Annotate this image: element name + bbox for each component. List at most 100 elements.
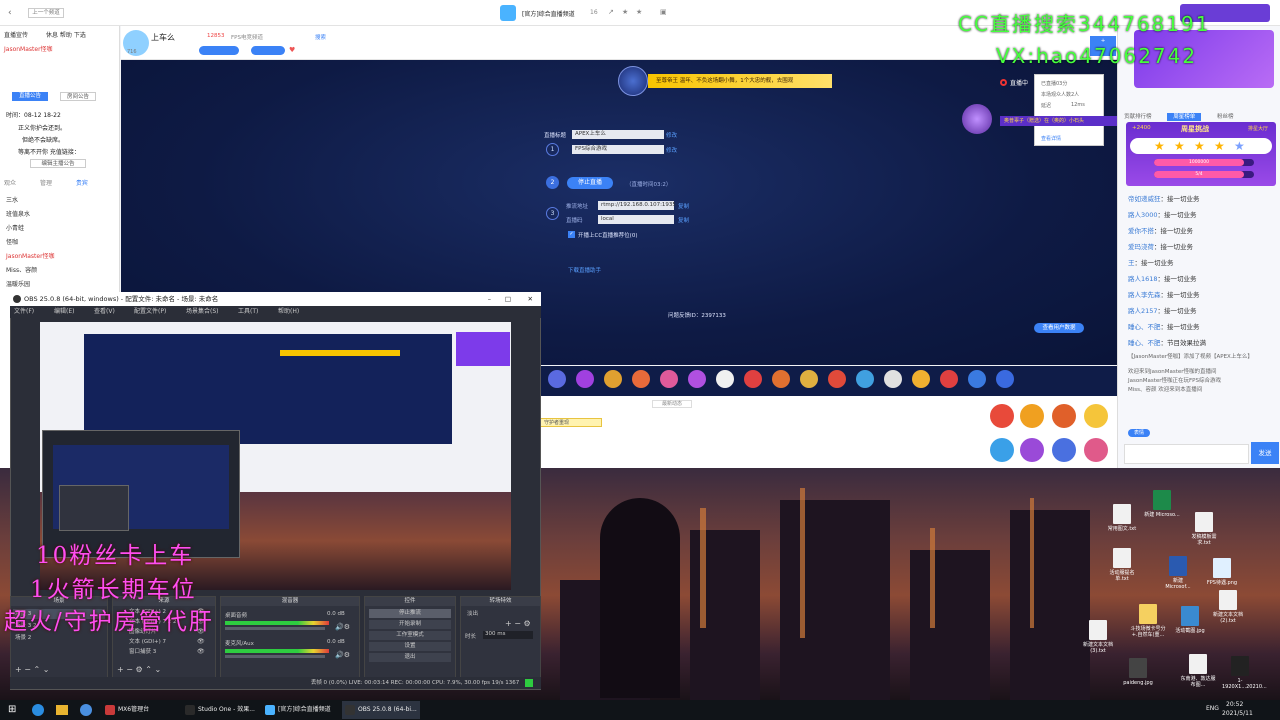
chat-user[interactable]: 路人李先森 [1128, 291, 1161, 299]
lang-indicator[interactable]: ENG [1206, 705, 1219, 712]
obs-control-button[interactable]: 设置 [369, 642, 451, 651]
desktop-file-icon[interactable]: 活动截图.jpg [1172, 606, 1208, 634]
list-item[interactable]: 小青蛙 [6, 222, 116, 236]
mixer-desktop-slider[interactable] [225, 627, 325, 630]
desktop-file-icon[interactable]: 新建文本文档 (2).txt [1210, 590, 1246, 624]
share-check-label[interactable]: 开播上CC直播推荐位(0) [578, 231, 637, 239]
desktop-file-icon[interactable]: 发稿模板需求.txt [1186, 512, 1222, 546]
obs-menu-item[interactable]: 查看(V) [94, 306, 115, 318]
desktop-file-icon[interactable]: paideng.jpg [1120, 658, 1156, 686]
activity-icon[interactable] [1052, 404, 1076, 428]
activity-icon[interactable] [990, 438, 1014, 462]
gift-icon[interactable] [632, 370, 650, 388]
star-icon[interactable]: ★ [622, 8, 628, 16]
gift-icon[interactable] [996, 370, 1014, 388]
browser-icon[interactable] [80, 704, 92, 716]
activity-icon[interactable] [1084, 438, 1108, 462]
tab-rest[interactable]: 休息 [46, 32, 58, 39]
desktop-file-icon[interactable]: 东南港、敦达服布图... [1180, 654, 1216, 688]
desktop-file-icon[interactable]: 斗技场微卡号分+.自然车(重... [1130, 604, 1166, 638]
tab-week-star[interactable]: 周星榜单 [1167, 113, 1202, 121]
tab-contribution[interactable]: 贡献排行榜 [1124, 114, 1152, 120]
key-copy-button[interactable]: 复制 [678, 216, 689, 224]
clock-date[interactable]: 2021/5/11 [1222, 710, 1253, 717]
edge-icon[interactable] [32, 704, 44, 716]
obs-menu-item[interactable]: 编辑(E) [54, 306, 74, 318]
list-item[interactable]: JasonMaster怪咖 [6, 250, 116, 264]
chat-user[interactable]: 睡心、不肥 [1128, 339, 1161, 347]
obs-menu-item[interactable]: 配置文件(P) [134, 306, 166, 318]
gift-icon[interactable] [576, 370, 594, 388]
gift-icon[interactable] [772, 370, 790, 388]
rtmp-input[interactable]: rtmp://192.168.0.107:1935 [598, 201, 676, 210]
mixer-desktop-mute-icon[interactable]: 🔊⚙ [335, 623, 350, 631]
tab-fans[interactable]: 粉丝榜 [1217, 114, 1234, 120]
source-item[interactable]: 窗口捕获 3 [129, 648, 156, 657]
desktop-file-icon[interactable]: 新建文本文档 (3).txt [1080, 620, 1116, 654]
send-button[interactable]: 发送 [1251, 442, 1279, 464]
maximize-icon[interactable]: □ [505, 292, 511, 306]
screen-icon[interactable]: ▣ [660, 8, 667, 16]
tab-vip[interactable]: 贵宾 [76, 180, 88, 187]
taskbar-app[interactable]: Studio One - 效果... [182, 701, 260, 719]
activity-icon[interactable] [1052, 438, 1076, 462]
windows-start-icon[interactable]: ⊞ [8, 704, 16, 716]
gift-icon[interactable] [968, 370, 986, 388]
tab-admin[interactable]: 管理 [40, 180, 52, 187]
chat-user[interactable]: 爱你不搭 [1128, 227, 1154, 235]
tab-select[interactable]: 下选 [74, 32, 86, 39]
close-icon[interactable]: ✕ [528, 292, 533, 306]
list-item[interactable]: 怪咖 [6, 236, 116, 250]
title-edit-button[interactable]: 修改 [666, 131, 677, 139]
activity-icon[interactable] [1020, 438, 1044, 462]
chat-input[interactable] [1124, 444, 1249, 464]
game-edit-button[interactable]: 修改 [666, 146, 677, 154]
eye-icon[interactable]: 👁 [197, 648, 205, 655]
desktop-file-icon[interactable]: FPS待遇.png [1204, 558, 1240, 586]
back-icon[interactable]: ‹ [8, 8, 12, 18]
desktop-file-icon[interactable]: 新建 Microso... [1144, 490, 1180, 518]
star-icon[interactable]: ★ [636, 8, 642, 16]
star-rank-link[interactable]: 排星大厅 [1248, 125, 1268, 132]
desktop-file-icon[interactable]: 新建 Microsof... [1160, 556, 1196, 590]
mixer-mic-mute-icon[interactable]: 🔊⚙ [335, 651, 350, 659]
taskbar-app[interactable]: OBS 25.0.8 (64-bi... [342, 701, 420, 719]
gift-icon[interactable] [688, 370, 706, 388]
desktop-file-icon[interactable]: 1-1920X1...20210... [1222, 656, 1267, 690]
edit-announce-button[interactable]: 编辑主播公告 [30, 159, 86, 168]
obs-control-button[interactable]: 工作室模式 [369, 631, 451, 640]
search-link[interactable]: 搜索 [315, 33, 326, 41]
transition-add-button[interactable]: + − ⚙ [505, 619, 531, 628]
obs-menu-item[interactable]: 帮助(H) [278, 306, 299, 318]
host-name[interactable]: JasonMaster怪咖 [4, 44, 53, 53]
add-source-button[interactable]: + − ⚙ ⌃ ⌄ [117, 665, 161, 674]
add-scene-button[interactable]: + − ⌃ ⌄ [15, 665, 49, 674]
tab-announce[interactable]: 直播公告 [12, 92, 48, 101]
chat-user[interactable]: 路人1618 [1128, 275, 1158, 283]
gift-icon[interactable] [660, 370, 678, 388]
title-input[interactable]: APEX上车么 [572, 130, 664, 139]
desktop-file-icon[interactable]: 活动服提名单.txt [1104, 548, 1140, 582]
obs-menu-item[interactable]: 文件(F) [14, 306, 34, 318]
gift-icon[interactable] [856, 370, 874, 388]
obs-menu-item[interactable]: 工具(T) [238, 306, 258, 318]
eye-icon[interactable]: 👁 [197, 638, 205, 645]
duration-input[interactable]: 300 ms [483, 631, 533, 639]
list-item[interactable]: Miss、容颜 [6, 264, 116, 278]
clock-time[interactable]: 20:52 [1226, 701, 1243, 708]
tab-promo[interactable]: 直播宣传 [4, 32, 28, 39]
activity-icon[interactable] [1020, 404, 1044, 428]
chat-user[interactable]: 睡心、不肥 [1128, 323, 1161, 331]
details-link[interactable]: 查看详情 [1041, 135, 1061, 142]
desktop-file-icon[interactable]: 常用图文.txt [1104, 504, 1140, 532]
gift-icon[interactable] [912, 370, 930, 388]
list-item[interactable]: 班值泉水 [6, 208, 116, 222]
obs-control-button[interactable]: 退出 [369, 653, 451, 662]
gift-icon[interactable] [884, 370, 902, 388]
view-data-button[interactable]: 查看用户数据 [1034, 323, 1084, 333]
list-item[interactable]: 三水 [6, 194, 116, 208]
gift-icon[interactable] [548, 370, 566, 388]
chat-user[interactable]: 爱玛浇荷 [1128, 243, 1154, 251]
latest-news-tab[interactable]: 最新动态 [652, 400, 692, 408]
rocket-banner[interactable]: 至尊帝王 温年、不负这场翻小舞，1个大忠的舰，去围观 [648, 74, 832, 88]
